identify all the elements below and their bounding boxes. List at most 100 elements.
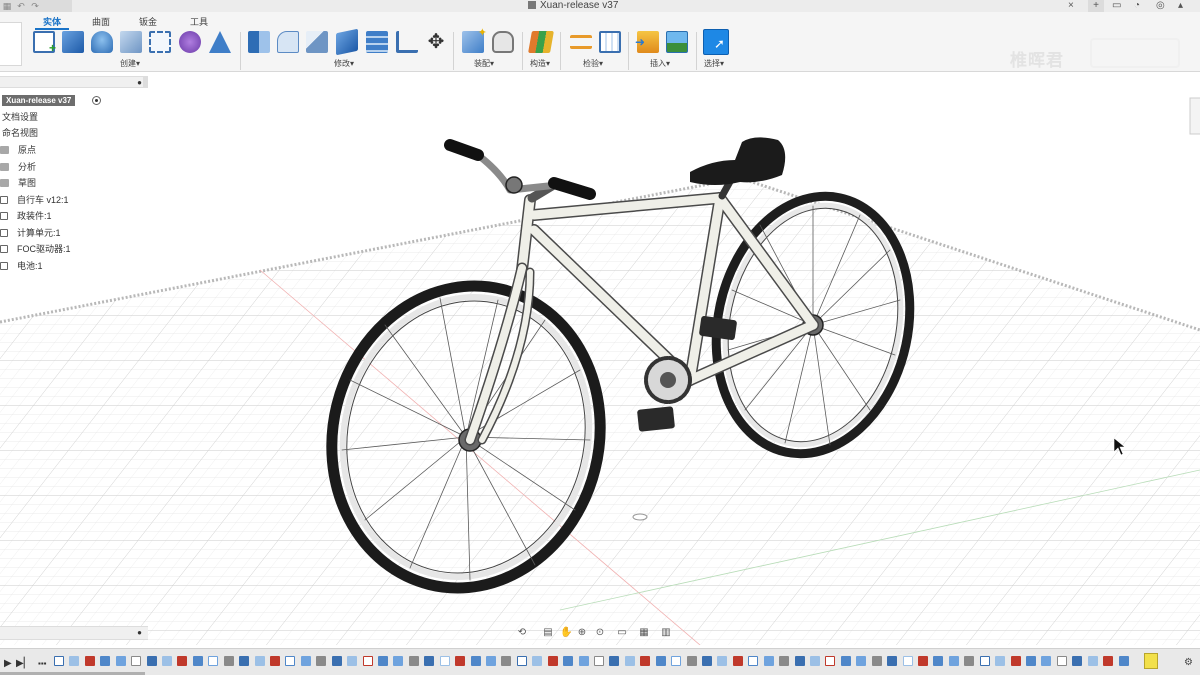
timeline-feature-icon[interactable] [301,656,311,666]
group-inspect[interactable]: 检验▾ [583,58,603,69]
timeline-feature-icon[interactable] [1041,656,1051,666]
play-icon[interactable]: ▶ [4,658,12,669]
timeline-feature-icon[interactable] [316,656,326,666]
insert-derive-icon[interactable]: ➜ [635,31,659,53]
timeline-feature-icon[interactable] [147,656,157,666]
group-assemble[interactable]: 装配▾ [474,58,494,69]
timeline-feature-icon[interactable] [1088,656,1098,666]
timeline-feature-icon[interactable] [100,656,110,666]
timeline-feature-icon[interactable] [1072,656,1082,666]
new-component-icon[interactable]: ✦ [462,27,487,53]
timeline-feature-icon[interactable] [625,656,635,666]
panel-options-icon[interactable]: ● [137,78,142,87]
timeline-feature-icon[interactable] [671,656,681,666]
panel-options-icon[interactable]: ● [137,628,142,637]
fit-icon[interactable]: ⊙ [594,627,606,639]
timeline-feature-icon[interactable] [270,656,280,666]
timeline-feature-icon[interactable] [1011,656,1021,666]
orbit-icon[interactable]: ⟲ [516,627,528,639]
timeline-feature-icon[interactable] [131,656,141,666]
zoom-icon[interactable]: ⊕ [576,627,588,639]
comments-panel[interactable]: ● [0,626,148,640]
new-tab-icon[interactable]: + [1088,0,1104,12]
timeline-feature-icon[interactable] [548,656,558,666]
new-sketch-icon[interactable]: + [33,31,56,55]
timeline-feature-icon[interactable] [964,656,974,666]
revolve-icon[interactable] [91,31,113,53]
active-radio-icon[interactable] [92,96,101,105]
timeline-feature-icon[interactable] [995,656,1005,666]
tab-surface[interactable]: 曲面 [92,15,110,28]
timeline-feature-icon[interactable] [579,656,589,666]
timeline-feature-icon[interactable] [609,656,619,666]
form-icon[interactable] [179,31,201,53]
timeline-feature-icon[interactable] [887,656,897,666]
tab-tools[interactable]: 工具 [190,15,208,28]
move-copy-icon[interactable]: ✥ [425,31,447,53]
timeline-feature-icon[interactable] [872,656,882,666]
group-construct[interactable]: 构造▾ [530,58,550,69]
timeline-feature-icon[interactable] [594,656,604,666]
mirror-icon[interactable] [209,31,231,53]
viewport-canvas[interactable] [0,73,1200,645]
timeline-feature-icon[interactable] [193,656,203,666]
timeline-feature-icon[interactable] [517,656,527,666]
group-insert[interactable]: 插入▾ [650,58,670,69]
timeline-feature-icon[interactable] [702,656,712,666]
timeline-feature-icon[interactable] [825,656,835,666]
fillet-icon[interactable] [277,31,299,53]
timeline-feature-icon[interactable] [208,656,218,666]
timeline-feature-icon[interactable] [933,656,943,666]
timeline-feature-icon[interactable] [1103,656,1113,666]
display-settings-icon[interactable]: ▭ [616,627,628,639]
group-modify[interactable]: 修改▾ [334,58,354,69]
timeline-feature-icon[interactable] [409,656,419,666]
press-pull-icon[interactable] [248,31,270,53]
timeline-feature-icon[interactable] [748,656,758,666]
extrude-icon[interactable] [62,31,84,53]
chamfer-icon[interactable] [306,31,328,53]
split-body-icon[interactable] [366,31,388,53]
tree-item-foc-driver[interactable]: FOC驱动器:1 [0,242,71,256]
select-icon[interactable]: ➚ [703,29,729,55]
joint-icon[interactable] [492,31,514,53]
tree-item-analysis[interactable]: 分析 [0,160,36,174]
measure-icon[interactable] [570,35,592,49]
timeline-feature-icon[interactable] [424,656,434,666]
help-icon[interactable]: ◎ [1156,0,1165,12]
undo-icon[interactable]: ↶ [14,0,28,12]
timeline-feature-icon[interactable] [949,656,959,666]
timeline-feature-icon[interactable] [687,656,697,666]
timeline-feature-icon[interactable] [54,656,64,666]
close-tab-icon[interactable]: × [1068,0,1074,12]
group-create[interactable]: 创建▾ [120,58,140,69]
redo-icon[interactable]: ↷ [28,0,42,12]
timeline-feature-icon[interactable] [841,656,851,666]
timeline-feature-icon[interactable] [1057,656,1067,666]
insert-canvas-icon[interactable] [666,31,688,53]
jobs-icon[interactable]: ◔ [1134,0,1140,12]
timeline-feature-icon[interactable] [85,656,95,666]
tree-item-named-views[interactable]: 命名视图 [2,126,38,140]
timeline-feature-icon[interactable] [733,656,743,666]
timeline-feature-icon[interactable] [471,656,481,666]
tree-item-bicycle[interactable]: 自行车 v12:1 [0,193,69,207]
timeline-menu-icon[interactable]: ▪▪▪ [38,659,47,668]
timeline-feature-icon[interactable] [393,656,403,666]
tab-sheet-metal[interactable]: 钣金 [139,15,157,28]
grid-menu-icon[interactable]: ▦ [0,0,14,12]
timeline-feature-icon[interactable] [455,656,465,666]
look-at-icon[interactable]: ▤ [542,627,554,639]
timeline-feature-icon[interactable] [501,656,511,666]
timeline-feature-icon[interactable] [224,656,234,666]
timeline-feature-icon[interactable] [640,656,650,666]
grid-icon[interactable]: ▦ [638,627,650,639]
notification-icon[interactable]: ▴ [1178,0,1183,12]
section-analysis-icon[interactable] [599,31,621,53]
tree-item-origin[interactable]: 原点 [0,143,36,157]
timeline-feature-icon[interactable] [717,656,727,666]
step-forward-icon[interactable]: ▶▏ [16,658,31,669]
viewports-icon[interactable]: ▥ [660,627,672,639]
timeline-feature-icon[interactable] [656,656,666,666]
timeline-feature-icon[interactable] [764,656,774,666]
